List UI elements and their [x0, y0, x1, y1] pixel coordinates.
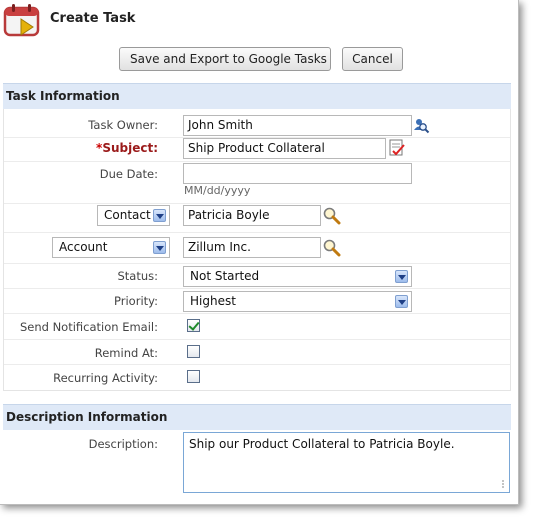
description-information-header: Description Information	[3, 404, 511, 430]
contact-field[interactable]: Patricia Boyle	[183, 205, 321, 226]
contact-type-value: Contact	[104, 208, 151, 222]
row-divider	[4, 263, 510, 264]
priority-select[interactable]: Highest	[183, 291, 412, 312]
save-export-button[interactable]: Save and Export to Google Tasks	[119, 47, 331, 71]
recurring-activity-label: Recurring Activity:	[53, 371, 158, 385]
chevron-down-icon	[395, 270, 408, 283]
status-select[interactable]: Not Started	[183, 266, 412, 287]
status-value: Not Started	[190, 269, 260, 283]
row-divider	[4, 161, 510, 162]
recurring-activity-checkbox[interactable]	[187, 370, 200, 383]
cancel-button[interactable]: Cancel	[342, 47, 403, 71]
subject-label: *Subject:	[96, 141, 158, 155]
chevron-down-icon	[153, 209, 166, 222]
row-divider	[4, 288, 510, 289]
description-textarea[interactable]: Ship our Product Collateral to Patricia …	[183, 432, 510, 493]
send-notification-label: Send Notification Email:	[19, 320, 158, 334]
due-date-format-hint: MM/dd/yyyy	[184, 184, 251, 197]
task-information-header: Task Information	[3, 83, 511, 109]
row-divider	[4, 313, 510, 314]
row-divider	[4, 364, 510, 365]
resize-grip-icon[interactable]	[500, 479, 506, 489]
subject-list-icon[interactable]	[388, 139, 406, 158]
due-date-label: Due Date:	[99, 167, 158, 181]
priority-label: Priority:	[114, 294, 158, 308]
chevron-down-icon	[153, 241, 166, 254]
task-owner-field[interactable]: John Smith	[183, 115, 412, 136]
contact-type-select[interactable]: Contact	[97, 205, 170, 226]
search-icon[interactable]	[322, 206, 341, 225]
due-date-field[interactable]	[183, 163, 412, 184]
priority-value: Highest	[190, 294, 236, 308]
remind-at-label: Remind At:	[94, 346, 158, 360]
create-task-window: Create Task Save and Export to Google Ta…	[0, 0, 519, 505]
send-notification-checkbox[interactable]	[187, 319, 200, 332]
description-text: Ship our Product Collateral to Patricia …	[189, 437, 455, 451]
description-label: Description:	[88, 437, 158, 451]
task-owner-label: Task Owner:	[88, 118, 158, 132]
page-title: Create Task	[50, 11, 136, 26]
user-lookup-icon[interactable]	[413, 117, 430, 134]
subject-label-text: Subject:	[102, 141, 158, 155]
row-divider	[4, 339, 510, 340]
calendar-task-icon	[3, 4, 40, 37]
account-type-value: Account	[59, 240, 108, 254]
chevron-down-icon	[395, 295, 408, 308]
search-icon[interactable]	[322, 238, 341, 257]
row-divider	[4, 203, 510, 204]
status-label: Status:	[117, 269, 158, 283]
subject-field[interactable]: Ship Product Collateral	[183, 138, 386, 159]
account-type-select[interactable]: Account	[52, 237, 170, 258]
account-field[interactable]: Zillum Inc.	[183, 237, 321, 258]
remind-at-checkbox[interactable]	[187, 345, 200, 358]
row-divider	[4, 232, 510, 233]
